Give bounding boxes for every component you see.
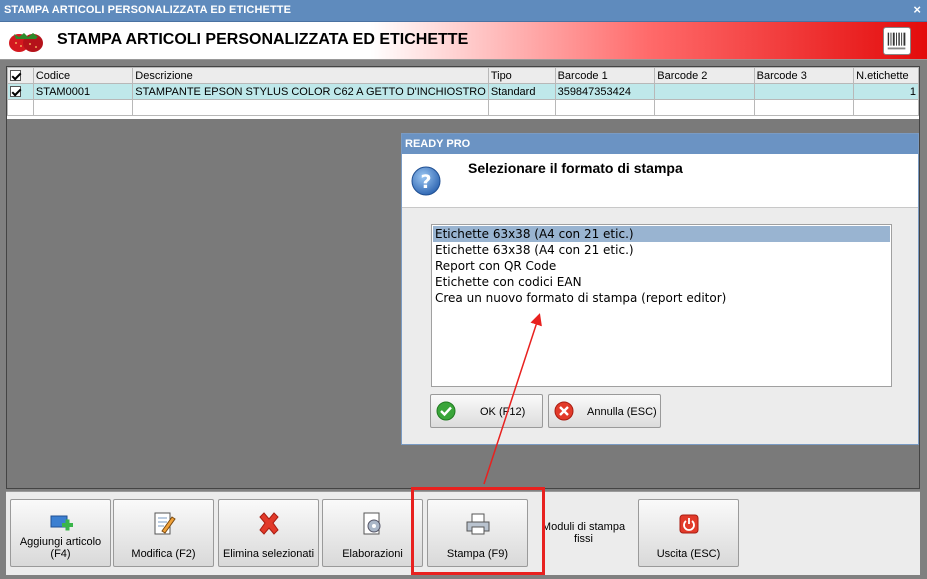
- list-item[interactable]: Crea un nuovo formato di stampa (report …: [433, 290, 890, 306]
- articles-grid: Codice Descrizione Tipo Barcode 1 Barcod…: [7, 67, 919, 119]
- question-icon: ?: [411, 166, 441, 196]
- list-item[interactable]: Etichette con codici EAN: [433, 274, 890, 290]
- edit-icon: [154, 512, 176, 535]
- cell-netichette[interactable]: 1: [853, 83, 919, 100]
- add-article-label: Aggiungi articolo (F4): [19, 536, 102, 560]
- cancel-icon: [554, 401, 574, 421]
- column-header[interactable]: Barcode 2: [654, 67, 755, 84]
- cell-tipo[interactable]: Standard: [487, 83, 556, 100]
- edit-label: Modifica (F2): [131, 548, 196, 560]
- process-button[interactable]: Elaborazioni: [322, 499, 423, 567]
- window-title: STAMPA ARTICOLI PERSONALIZZATA ED ETICHE…: [4, 4, 292, 16]
- cell-barcode3[interactable]: [753, 83, 855, 100]
- delete-icon: [258, 512, 279, 535]
- dialog-prompt: Selezionare il formato di stampa: [468, 160, 683, 176]
- column-header[interactable]: Codice: [32, 67, 134, 84]
- column-header[interactable]: Barcode 1: [554, 67, 656, 84]
- cell-codice[interactable]: STAM0001: [32, 83, 134, 100]
- check-icon: [436, 401, 456, 421]
- power-icon: [679, 514, 698, 534]
- page-header: STAMPA ARTICOLI PERSONALIZZATA ED ETICHE…: [0, 22, 927, 60]
- cell-barcode1[interactable]: 359847353424: [554, 83, 656, 100]
- list-item[interactable]: Etichette 63x38 (A4 con 21 etic.): [433, 242, 890, 258]
- add-article-button[interactable]: Aggiungi articolo (F4): [10, 499, 111, 567]
- delete-selected-button[interactable]: Elimina selezionati: [218, 499, 319, 567]
- exit-label: Uscita (ESC): [656, 548, 721, 560]
- cancel-label: Annulla (ESC): [587, 406, 657, 418]
- list-item[interactable]: Report con QR Code: [433, 258, 890, 274]
- fixed-modules-button[interactable]: Moduli di stampa fissi: [533, 499, 634, 567]
- table-row[interactable]: STAM0001 STAMPANTE EPSON STYLUS COLOR C6…: [7, 83, 919, 100]
- articles-table: Codice Descrizione Tipo Barcode 1 Barcod…: [7, 67, 919, 116]
- barcode-icon: [883, 27, 911, 55]
- cell-barcode2[interactable]: [654, 83, 755, 100]
- format-list[interactable]: Etichette 63x38 (A4 con 21 etic.) Etiche…: [431, 224, 892, 387]
- window-titlebar: STAMPA ARTICOLI PERSONALIZZATA ED ETICHE…: [0, 0, 927, 22]
- ok-button[interactable]: OK (F12): [430, 394, 543, 428]
- column-header[interactable]: Barcode 3: [753, 67, 855, 84]
- column-header[interactable]: Descrizione: [132, 67, 489, 84]
- fixed-modules-label: Moduli di stampa fissi: [541, 521, 626, 545]
- delete-label: Elimina selezionati: [222, 548, 315, 560]
- strawberry-icon: [9, 33, 43, 52]
- cell-descrizione[interactable]: STAMPANTE EPSON STYLUS COLOR C62 A GETTO…: [132, 83, 489, 100]
- select-all-checkbox[interactable]: [7, 67, 34, 84]
- print-label: Stampa (F9): [446, 548, 509, 560]
- add-article-icon: [50, 515, 73, 531]
- close-icon[interactable]: ×: [913, 2, 921, 17]
- column-header[interactable]: Tipo: [487, 67, 556, 84]
- bottom-toolbar: Aggiungi articolo (F4) Modifica (F2) Elim…: [6, 491, 920, 575]
- dialog-header: ? Selezionare il formato di stampa: [402, 154, 918, 208]
- exit-button[interactable]: Uscita (ESC): [638, 499, 739, 567]
- column-header[interactable]: N.etichette: [853, 67, 919, 84]
- cancel-button[interactable]: Annulla (ESC): [548, 394, 661, 428]
- svg-text:?: ?: [420, 171, 431, 193]
- table-header-row: Codice Descrizione Tipo Barcode 1 Barcod…: [7, 67, 919, 84]
- process-label: Elaborazioni: [342, 548, 403, 560]
- print-format-dialog: READY PRO ? Selezionare il formato di st…: [401, 133, 919, 445]
- page-title: STAMPA ARTICOLI PERSONALIZZATA ED ETICHE…: [57, 31, 469, 48]
- printer-icon: [466, 513, 489, 535]
- row-checkbox[interactable]: [7, 83, 34, 100]
- ok-label: OK (F12): [480, 406, 526, 418]
- gears-icon: [363, 512, 380, 535]
- edit-button[interactable]: Modifica (F2): [113, 499, 214, 567]
- print-button[interactable]: Stampa (F9): [427, 499, 528, 567]
- dialog-title: READY PRO: [402, 134, 918, 154]
- table-row-empty[interactable]: [7, 99, 919, 116]
- list-item[interactable]: Etichette 63x38 (A4 con 21 etic.): [433, 226, 890, 242]
